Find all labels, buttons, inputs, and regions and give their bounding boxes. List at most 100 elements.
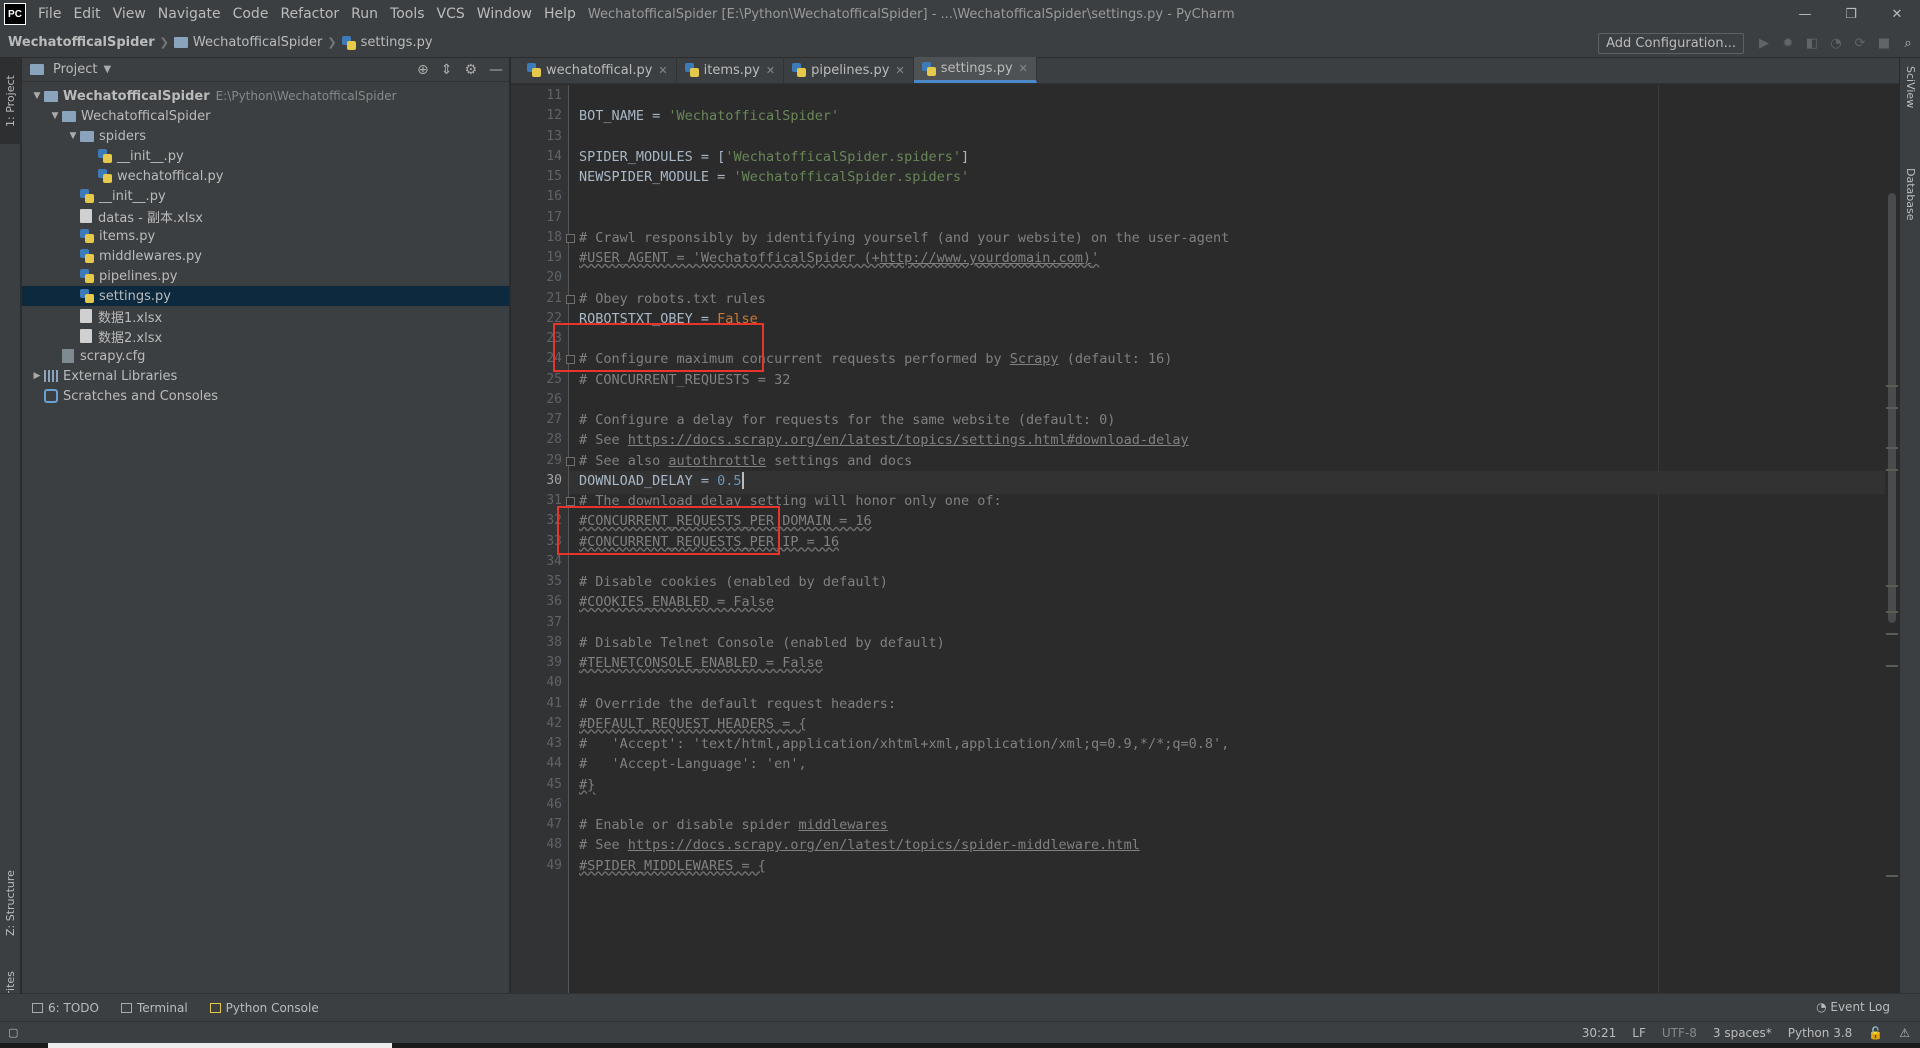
fold-marker-icon[interactable] (566, 233, 575, 243)
scroll-marker[interactable] (1886, 407, 1898, 409)
tree-item[interactable]: Scratches and Consoles (22, 386, 509, 406)
code-line[interactable]: #} (579, 774, 595, 797)
menu-tools[interactable]: Tools (384, 0, 431, 28)
tab-items[interactable]: items.py ✕ (677, 57, 785, 83)
minimize-button[interactable]: — (1782, 0, 1828, 28)
chevron-down-icon[interactable]: ▼ (48, 111, 62, 121)
tree-item[interactable]: middlewares.py (22, 246, 509, 266)
menu-vcs[interactable]: VCS (431, 0, 471, 28)
close-icon[interactable]: ✕ (658, 64, 667, 77)
code-line[interactable]: #TELNETCONSOLE_ENABLED = False (579, 652, 823, 675)
breadcrumb-package[interactable]: WechatofficalSpider (193, 35, 323, 50)
collapse-all-icon[interactable]: ⇕ (441, 62, 453, 78)
scroll-marker[interactable] (1886, 447, 1898, 449)
fold-marker-icon[interactable] (566, 355, 575, 365)
code-line[interactable]: #COOKIES_ENABLED = False (579, 591, 774, 614)
chevron-down-icon[interactable]: ▼ (103, 64, 111, 75)
scroll-marker[interactable] (1886, 633, 1898, 635)
close-icon[interactable]: ✕ (766, 64, 775, 77)
code-line[interactable]: #SPIDER_MIDDLEWARES = { (579, 855, 766, 878)
event-log-button[interactable]: ◔ Event Log (1816, 1000, 1890, 1014)
fold-marker-icon[interactable] (566, 497, 575, 506)
tree-item[interactable]: wechatoffical.py (22, 166, 509, 186)
code-line[interactable]: #USER_AGENT = 'WechatofficalSpider (+htt… (579, 247, 1099, 270)
tree-item[interactable]: pipelines.py (22, 266, 509, 286)
close-icon[interactable]: ✕ (1019, 62, 1028, 75)
gear-icon[interactable]: ⚙ (464, 62, 477, 78)
run-concurrency-icon[interactable]: ⟳ (1848, 31, 1872, 55)
notifications-icon[interactable]: ⚠ (1899, 1026, 1910, 1040)
indent-setting[interactable]: 3 spaces* (1713, 1026, 1772, 1040)
tree-item[interactable]: 数据1.xlsx (22, 306, 509, 326)
lock-icon[interactable]: 🔓 (1868, 1026, 1883, 1040)
fold-marker-icon[interactable] (566, 456, 575, 466)
search-everywhere-icon[interactable]: ⌕ (1896, 31, 1920, 55)
tree-item[interactable]: __init__.py (22, 186, 509, 206)
menu-run[interactable]: Run (345, 0, 384, 28)
menu-view[interactable]: View (107, 0, 152, 28)
tree-item-label: __init__.py (99, 188, 166, 204)
chevron-down-icon[interactable]: ▼ (30, 91, 44, 101)
stop-icon[interactable]: ■ (1872, 31, 1896, 55)
tab-pipelines[interactable]: pipelines.py ✕ (784, 57, 914, 83)
tree-item[interactable]: items.py (22, 226, 509, 246)
code-line[interactable]: NEWSPIDER_MODULE = 'WechatofficalSpider.… (579, 166, 969, 189)
tool-tab-sciview[interactable]: SciView (1900, 66, 1920, 146)
caret-position[interactable]: 30:21 (1582, 1026, 1617, 1040)
menu-window[interactable]: Window (471, 0, 538, 28)
python-interpreter[interactable]: Python 3.8 (1788, 1026, 1853, 1040)
tree-item[interactable]: ▼ spiders (22, 126, 509, 146)
close-icon[interactable]: ✕ (896, 64, 905, 77)
chevron-right-icon[interactable]: ▶ (30, 371, 44, 381)
menu-edit[interactable]: Edit (67, 0, 106, 28)
tree-item[interactable]: datas - 副本.xlsx (22, 206, 509, 226)
scroll-marker[interactable] (1886, 875, 1898, 877)
debug-icon[interactable]: ✹ (1776, 31, 1800, 55)
chevron-down-icon[interactable]: ▼ (66, 131, 80, 141)
menu-refactor[interactable]: Refactor (274, 0, 345, 28)
tab-wechatoffical[interactable]: wechatoffical.py ✕ (519, 57, 677, 83)
menu-navigate[interactable]: Navigate (152, 0, 227, 28)
tree-item[interactable]: __init__.py (22, 146, 509, 166)
scroll-marker[interactable] (1886, 665, 1898, 667)
tree-item[interactable]: 数据2.xlsx (22, 326, 509, 346)
file-encoding[interactable]: UTF-8 (1662, 1026, 1697, 1040)
profile-icon[interactable]: ◔ (1824, 31, 1848, 55)
add-configuration-button[interactable]: Add Configuration... (1598, 32, 1744, 54)
tool-tab-database[interactable]: Database (1900, 168, 1920, 268)
tool-python-console[interactable]: Python Console (209, 1001, 319, 1015)
tree-item[interactable]: ▼ WechatofficalSpider (22, 106, 509, 126)
tree-item[interactable]: settings.py (22, 286, 509, 306)
tree-item[interactable]: scrapy.cfg (22, 346, 509, 366)
coverage-icon[interactable]: ◧ (1800, 31, 1824, 55)
run-icon[interactable]: ▶ (1752, 31, 1776, 55)
tool-terminal[interactable]: Terminal (120, 1001, 188, 1015)
locate-file-icon[interactable]: ⊕ (417, 62, 429, 78)
tree-item[interactable]: ▼ WechatofficalSpider E:\Python\Wechatoffi… (22, 86, 509, 106)
fold-marker-icon[interactable] (566, 294, 575, 304)
breadcrumb-project[interactable]: WechatofficalSpider (8, 35, 155, 50)
breadcrumb-file[interactable]: settings.py (361, 35, 433, 50)
project-view-selector[interactable]: Project (53, 62, 97, 77)
code-line[interactable]: BOT_NAME = 'WechatofficalSpider' (579, 105, 839, 128)
hide-tool-windows-icon[interactable]: ▢ (8, 1026, 18, 1039)
scroll-marker[interactable] (1886, 469, 1898, 471)
code-line[interactable]: # 'Accept-Language': 'en', (579, 753, 807, 776)
scroll-marker[interactable] (1886, 611, 1898, 613)
tool-tab-project[interactable]: 1: Project (0, 58, 21, 144)
tool-tab-structure[interactable]: Z: Structure (0, 858, 21, 948)
tab-settings[interactable]: settings.py ✕ (913, 57, 1037, 83)
close-window-button[interactable]: ✕ (1874, 0, 1920, 28)
menu-code[interactable]: Code (227, 0, 275, 28)
tool-todo[interactable]: 6: TODO (32, 1001, 99, 1015)
hide-panel-icon[interactable]: — (489, 62, 503, 78)
line-separator[interactable]: LF (1632, 1026, 1646, 1040)
scroll-marker[interactable] (1886, 385, 1898, 387)
code-editor[interactable]: 11 12 13 14 15 16 17 18 19 20 21 22 23 24 25 26 27 28 29 30… (511, 85, 1899, 993)
maximize-button[interactable]: ❐ (1828, 0, 1874, 28)
menu-help[interactable]: Help (538, 0, 582, 28)
editor-scrollbar[interactable] (1885, 85, 1899, 993)
tree-item[interactable]: ▶ External Libraries (22, 366, 509, 386)
scroll-marker[interactable] (1886, 585, 1898, 587)
menu-file[interactable]: File (32, 0, 67, 28)
